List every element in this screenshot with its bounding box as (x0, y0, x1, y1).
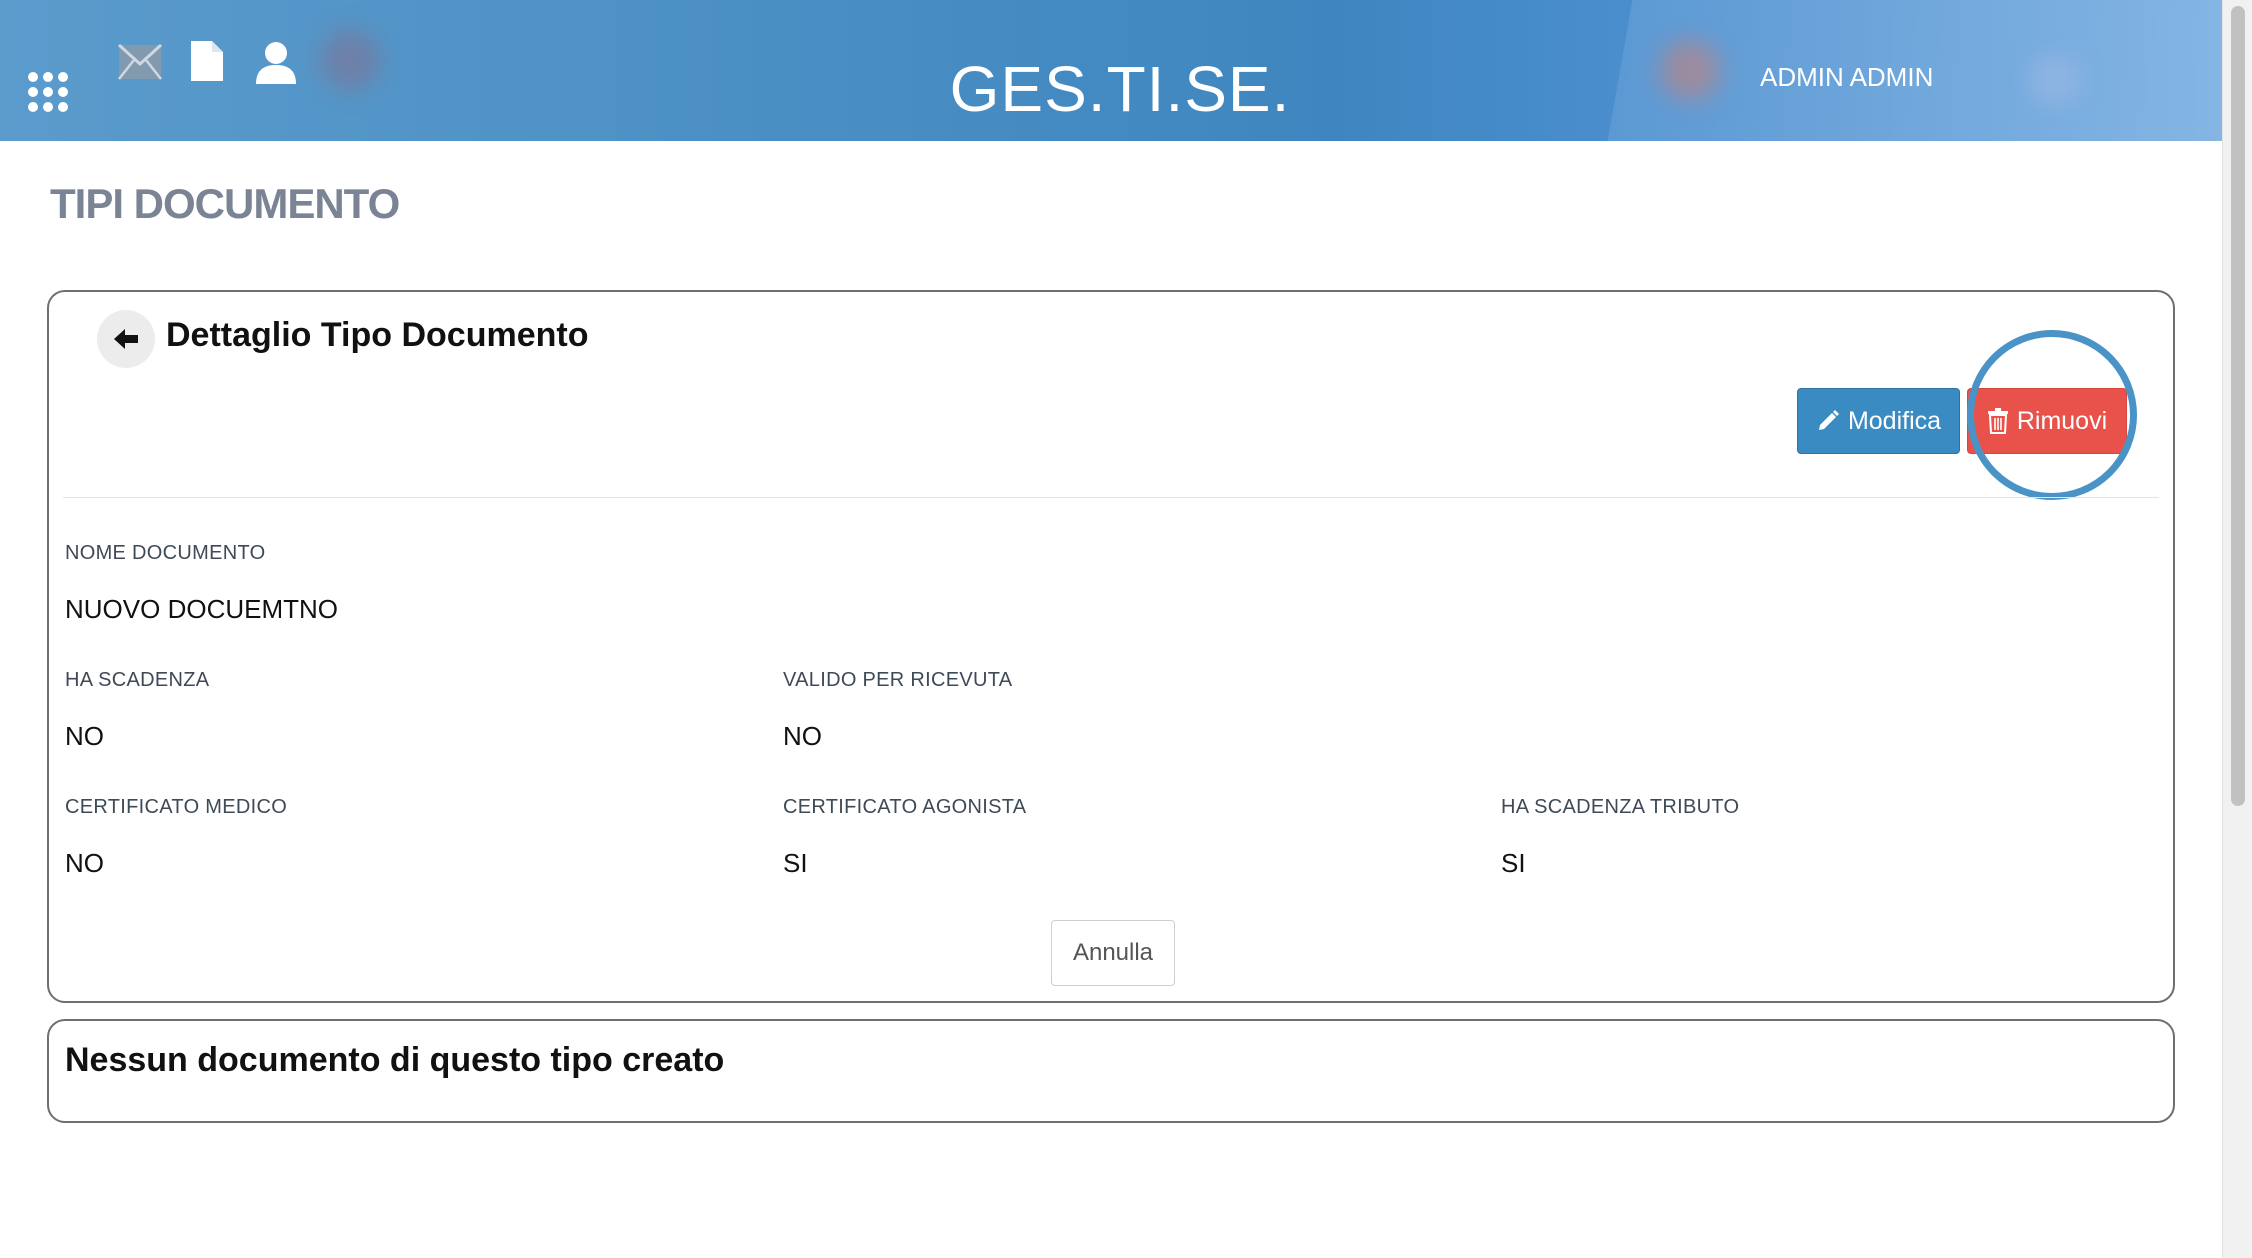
user-icon[interactable] (254, 40, 298, 89)
documents-card: Nessun documento di questo tipo creato (47, 1019, 2175, 1123)
edit-button[interactable]: Modifica (1797, 388, 1960, 454)
field-label-ha-scadenza-tributo: HA SCADENZA TRIBUTO (1501, 796, 1740, 818)
field-label-nome-documento: NOME DOCUMENTO (65, 542, 266, 564)
field-value-certificato-medico: NO (65, 848, 104, 878)
arrow-left-icon (114, 329, 138, 349)
mail-icon[interactable] (117, 43, 163, 85)
field-value-ha-scadenza-tributo: SI (1501, 848, 1526, 878)
field-value-certificato-agonista: SI (783, 848, 808, 878)
header-blob (2030, 55, 2080, 105)
divider (63, 497, 2159, 498)
edit-button-label: Modifica (1847, 406, 1942, 435)
header-blob (1660, 40, 1720, 100)
document-icon[interactable] (190, 40, 224, 87)
empty-documents-message: Nessun documento di questo tipo creato (65, 1041, 725, 1079)
field-label-certificato-agonista: CERTIFICATO AGONISTA (783, 796, 1027, 818)
scrollbar-thumb[interactable] (2231, 6, 2245, 806)
page-scrollbar[interactable] (2222, 0, 2252, 1258)
detail-card: Dettaglio Tipo Documento Modifica Rimuov… (47, 290, 2175, 1003)
click-highlight-ring (1967, 330, 2137, 500)
back-button[interactable] (97, 310, 155, 368)
field-value-valido-per-ricevuta: NO (783, 721, 822, 751)
cancel-button[interactable]: Annulla (1051, 920, 1175, 986)
app-title: GES.TI.SE. (949, 53, 1291, 125)
pencil-icon (1818, 410, 1839, 430)
field-label-ha-scadenza: HA SCADENZA (65, 669, 210, 691)
top-bar: GES.TI.SE. ADMIN ADMIN (0, 0, 2222, 141)
field-value-nome-documento: NUOVO DOCUEMTNO (65, 594, 338, 624)
user-name[interactable]: ADMIN ADMIN (1760, 62, 1933, 93)
page-title: TIPI DOCUMENTO (50, 180, 400, 227)
field-value-ha-scadenza: NO (65, 721, 104, 751)
header-blob (320, 30, 380, 90)
field-label-valido-per-ricevuta: VALIDO PER RICEVUTA (783, 669, 1013, 691)
field-label-certificato-medico: CERTIFICATO MEDICO (65, 796, 288, 818)
apps-grid-icon[interactable] (28, 72, 72, 116)
card-title: Dettaglio Tipo Documento (166, 316, 589, 354)
